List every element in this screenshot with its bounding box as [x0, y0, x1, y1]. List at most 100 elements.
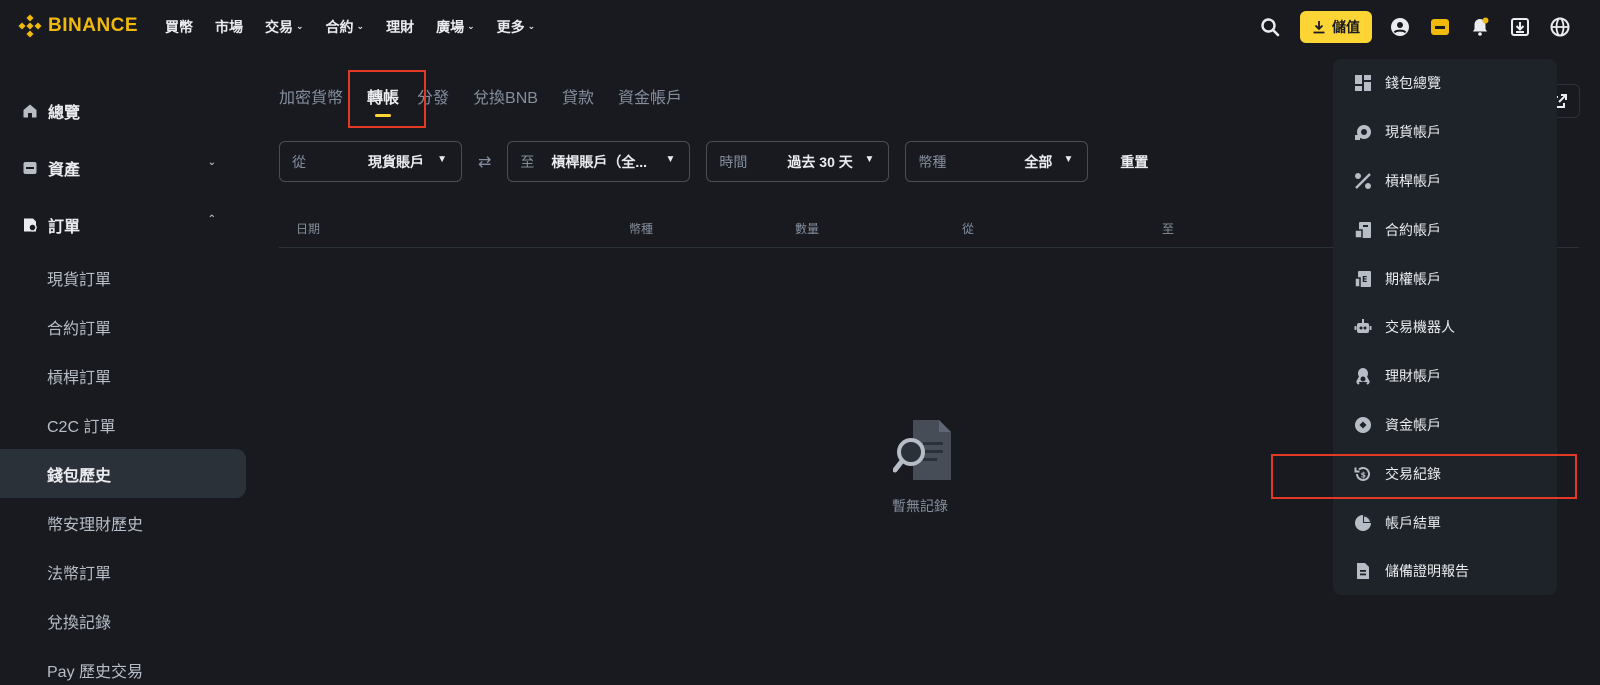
menu-item-account-statement[interactable]: 帳戶結單 [1333, 498, 1557, 547]
menu-item-label: 帳戶結單 [1385, 514, 1441, 531]
menu-item-label: 錢包總覽 [1385, 75, 1441, 92]
caret-down-icon: ▼ [437, 154, 447, 165]
menu-item-wallet-overview[interactable]: 錢包總覽 [1333, 59, 1557, 108]
nav-item-earn[interactable]: 理財 [386, 17, 414, 37]
caret-down-icon: ▼ [864, 154, 875, 165]
coin-select[interactable]: 幣種 全部 ▼ [905, 141, 1089, 182]
sidebar-item-futures-orders[interactable]: 合約訂單 [0, 302, 246, 351]
nav-item-more[interactable]: 更多 ⌄ [497, 17, 536, 37]
wallet-overview-icon [1353, 73, 1373, 93]
menu-item-funding-account[interactable]: 資金帳戶 [1333, 401, 1557, 450]
binance-logo-icon [18, 14, 42, 38]
user-icon[interactable] [1380, 11, 1420, 43]
menu-item-label: 資金帳戶 [1385, 416, 1441, 433]
sidebar-item-margin-orders[interactable]: 槓桿訂單 [0, 351, 246, 400]
sidebar-item-c2c-orders[interactable]: C2C 訂單 [0, 400, 246, 449]
column-amount: 數量 [795, 222, 820, 236]
nav-item-square[interactable]: 廣場 ⌄ [436, 17, 475, 37]
sidebar-label: 總覽 [48, 104, 81, 122]
futures-icon [1353, 220, 1373, 240]
nav-item-markets[interactable]: 市場 [215, 17, 243, 37]
filter-value: 槓桿賬戶（全... [551, 153, 648, 170]
column-coin: 幣種 [629, 222, 654, 236]
svg-text:E: E [1362, 275, 1367, 284]
robot-icon [1353, 317, 1373, 337]
brand-name: BINANCE [48, 15, 139, 36]
time-range-select[interactable]: 時間 過去 30 天 ▼ [706, 141, 890, 182]
menu-item-label: 儲備證明報告 [1385, 563, 1469, 580]
nav-label: 更多 [496, 19, 525, 35]
sidebar-item-earn-history[interactable]: 幣安理財歷史 [0, 498, 246, 547]
menu-item-earn-account[interactable]: 理財帳戶 [1333, 352, 1557, 401]
tab-funding-account[interactable]: 資金帳戶 [618, 84, 682, 108]
menu-item-spot-account[interactable]: 現貨帳戶 [1333, 108, 1557, 157]
orders-icon [22, 217, 38, 233]
nav-item-buy-crypto[interactable]: 買幣 [165, 17, 193, 37]
sidebar-item-fiat-orders[interactable]: 法幣訂單 [0, 547, 246, 596]
spot-icon [1353, 122, 1373, 142]
from-account-select[interactable]: 從 現貨賬戶 ▼ [279, 141, 462, 182]
assets-icon [22, 160, 38, 176]
chevron-up-icon[interactable]: ⌃ [208, 214, 216, 225]
menu-item-label: 期權帳戶 [1385, 270, 1441, 287]
nav-label: 理財 [386, 19, 415, 35]
deposit-button[interactable]: 儲值 [1300, 11, 1372, 43]
chevron-down-icon: ⌄ [467, 20, 475, 31]
deposit-label: 儲值 [1332, 19, 1360, 35]
menu-item-label: 合約帳戶 [1385, 221, 1441, 238]
statement-icon [1353, 513, 1373, 533]
menu-item-proof-of-reserves[interactable]: 儲備證明報告 [1333, 547, 1557, 596]
menu-item-label: 理財帳戶 [1385, 368, 1441, 385]
nav-label: 交易 [265, 19, 293, 35]
top-navigation: BINANCE 買幣 市場 交易 ⌄ 合約 ⌄ 理財 廣場 ⌄ 更多 ⌄ 儲值 [0, 0, 1600, 54]
filter-value: 全部 [1024, 153, 1053, 170]
bell-icon[interactable] [1460, 11, 1500, 43]
report-icon [1353, 561, 1373, 581]
search-icon[interactable] [1250, 11, 1290, 43]
reset-button[interactable]: 重置 [1120, 152, 1148, 172]
wallet-dropdown-menu: 錢包總覽 現貨帳戶 槓桿帳戶 合約帳戶 E 期權帳戶 交易機器人 理財帳戶 資金… [1333, 59, 1557, 595]
wallet-icon[interactable] [1420, 11, 1460, 43]
options-icon: E [1353, 269, 1373, 289]
filter-value: 現貨賬戶 [368, 153, 424, 170]
sidebar-item-assets[interactable]: 資產 ⌄ [0, 139, 246, 196]
column-from: 從 [962, 222, 975, 236]
chevron-down-icon[interactable]: ⌄ [208, 157, 216, 168]
menu-item-trading-bots[interactable]: 交易機器人 [1333, 303, 1557, 352]
tab-crypto[interactable]: 加密貨幣 [279, 84, 343, 108]
highlight-box [348, 70, 426, 128]
menu-item-futures-account[interactable]: 合約帳戶 [1333, 205, 1557, 254]
sidebar-item-overview[interactable]: 總覽 [0, 82, 246, 139]
nav-item-trade[interactable]: 交易 ⌄ [265, 17, 304, 37]
filter-label: 從 [292, 153, 306, 170]
nav-right-actions: 儲值 [1250, 11, 1580, 43]
swap-icon[interactable]: ⇄ [478, 152, 491, 172]
sidebar-item-orders[interactable]: 訂單 ⌃ [0, 196, 246, 253]
sidebar: 總覽 資產 ⌄ 訂單 ⌃ 現貨訂單 合約訂單 槓桿訂單 C2C 訂單 錢包歷史 … [0, 82, 246, 685]
download-icon[interactable] [1500, 11, 1540, 43]
margin-icon [1353, 171, 1373, 191]
filter-value: 過去 30 天 [787, 153, 853, 170]
tab-loans[interactable]: 貸款 [562, 84, 594, 108]
nav-item-futures[interactable]: 合約 ⌄ [326, 17, 365, 37]
chevron-down-icon: ⌄ [356, 20, 365, 31]
sidebar-item-spot-orders[interactable]: 現貨訂單 [0, 253, 246, 302]
sidebar-item-pay-history[interactable]: Pay 歷史交易 [0, 645, 246, 685]
to-account-select[interactable]: 至 槓桿賬戶（全... ▼ [507, 141, 691, 182]
menu-item-options-account[interactable]: E 期權帳戶 [1333, 254, 1557, 303]
sidebar-item-convert-history[interactable]: 兌換記錄 [0, 596, 246, 645]
filter-label: 至 [520, 153, 535, 170]
sidebar-label: 資產 [48, 161, 81, 179]
no-records-icon [892, 418, 959, 489]
menu-item-margin-account[interactable]: 槓桿帳戶 [1333, 157, 1557, 206]
home-icon [22, 103, 38, 119]
binance-logo[interactable]: BINANCE [18, 14, 138, 38]
column-to: 至 [1162, 222, 1175, 236]
sidebar-item-wallet-history[interactable]: 錢包歷史 [0, 449, 246, 498]
globe-icon[interactable] [1540, 11, 1580, 43]
column-date: 日期 [296, 222, 321, 236]
tab-convert-bnb[interactable]: 兌換BNB [473, 84, 538, 108]
wallet-history-tabs: 加密貨幣 轉帳 分發 兌換BNB 貸款 資金帳戶 [279, 84, 706, 108]
menu-item-label: 現貨帳戶 [1385, 124, 1441, 141]
nav-label: 廣場 [436, 19, 465, 35]
